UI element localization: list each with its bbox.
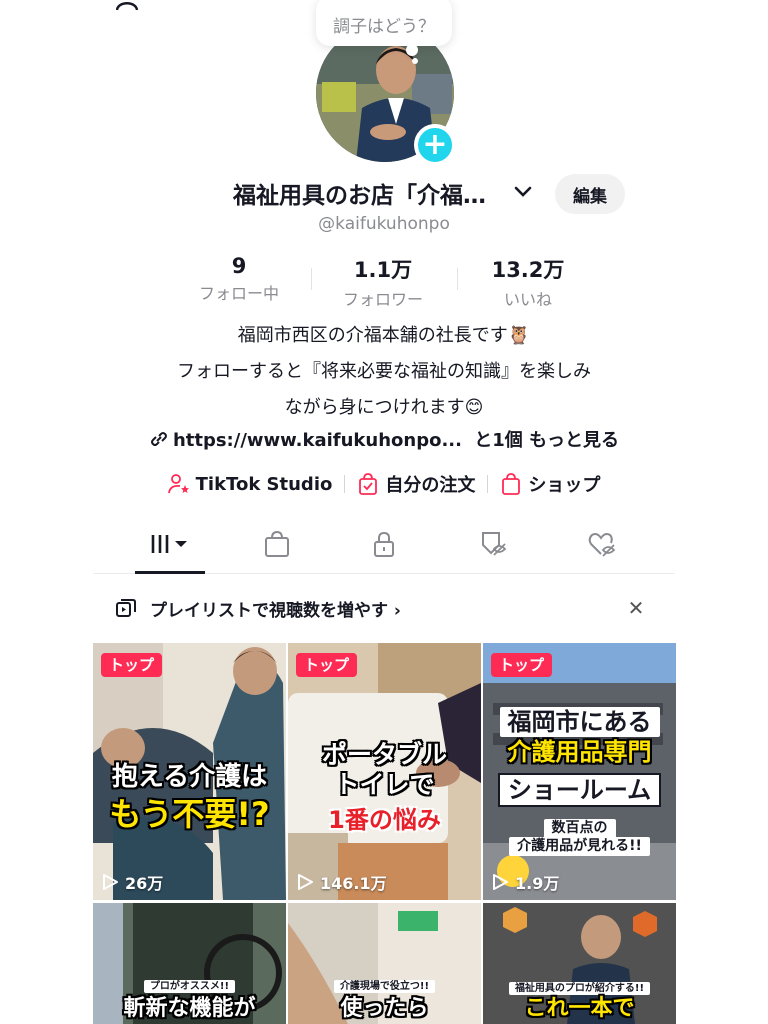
stat-following[interactable]: 9 フォロー中	[189, 254, 289, 304]
playlist-icon	[116, 599, 136, 617]
chevron-down-icon[interactable]	[512, 180, 534, 202]
playlist-prompt[interactable]: プレイリストで視聴数を増やす › ✕	[116, 590, 656, 626]
video-caption: 1番の悩み	[328, 806, 441, 834]
stat-likes-value: 13.2万	[491, 258, 565, 282]
stat-divider	[457, 268, 458, 290]
order-bag-icon	[359, 473, 378, 495]
stat-following-value: 9	[231, 254, 247, 278]
video-thumbnail	[483, 643, 676, 900]
tiktok-studio-label: TikTok Studio	[195, 473, 333, 495]
more-links-button[interactable]: と1個 もっと見る	[474, 430, 619, 451]
bio-line: ながら身につけれます😊	[284, 397, 484, 418]
add-friend-icon[interactable]	[115, 0, 146, 12]
video-caption: 介護用品専門	[507, 738, 652, 766]
video-tile[interactable]: トップ ポータブル トイレで 1番の悩み 146.1万	[288, 643, 481, 900]
video-caption: 介護現場で役立つ!!	[288, 975, 481, 993]
profile-actions: TikTok Studio 自分の注文 ショップ	[0, 468, 768, 500]
stat-followers[interactable]: 1.1万 フォロワー	[333, 254, 433, 310]
tab-liked[interactable]	[583, 528, 619, 560]
tab-videos[interactable]	[149, 528, 193, 560]
video-caption: これ一本で	[524, 996, 635, 1021]
view-count: 26万	[101, 870, 163, 894]
play-icon	[103, 874, 118, 890]
liked-icon	[588, 533, 616, 557]
video-caption: もう不要!?	[109, 795, 270, 833]
display-name[interactable]: 福祉用具のお店「介福…	[233, 176, 486, 210]
status-prompt-bubble[interactable]: 調子はどう？	[316, 0, 452, 46]
video-caption: プロがオススメ!!	[93, 975, 286, 993]
stat-followers-value: 1.1万	[353, 258, 413, 282]
bio-line: フォローすると『将来必要な福祉の知識』を楽しみ	[177, 361, 591, 382]
tab-reposts[interactable]	[475, 528, 511, 560]
video-caption: 福岡市にある	[483, 707, 676, 738]
video-caption: 介護用品が見れる!!	[483, 837, 676, 857]
stat-following-label: フォロー中	[198, 284, 279, 303]
profile-stats: 9 フォロー中 1.1万 フォロワー 13.2万 いいね	[0, 254, 768, 309]
view-count: 1.9万	[491, 870, 559, 894]
stat-likes-label: いいね	[503, 290, 552, 309]
video-tile[interactable]: プロがオススメ!! 斬新な機能が	[93, 903, 286, 1024]
username-handle: @kaifukuhonpo	[318, 214, 450, 234]
add-story-plus-icon[interactable]: +	[414, 124, 456, 166]
shop-bag-icon	[502, 473, 521, 495]
person-star-icon	[167, 474, 189, 494]
view-count-value: 1.9万	[515, 874, 560, 893]
view-count-value: 26万	[125, 874, 164, 893]
bubble-tail-dot	[412, 58, 418, 64]
stat-followers-label: フォロワー	[342, 290, 423, 309]
my-orders-button[interactable]: 自分の注文	[357, 471, 475, 497]
video-tile[interactable]: 福祉用具のプロが紹介する!! これ一本で	[483, 903, 676, 1024]
tab-shop[interactable]	[259, 528, 295, 560]
profile-name-row: 福祉用具のお店「介福… 編集	[0, 174, 768, 214]
reposts-icon	[482, 532, 507, 556]
video-caption: 使ったら	[340, 996, 429, 1021]
profile-link-row: https://www.kaifukuhonpo... と1個 もっと見る	[0, 426, 768, 452]
profile-bio: 福岡市西区の介福本舗の社長です🦉 フォローすると『将来必要な福祉の知識』を楽しみ…	[0, 318, 768, 426]
edit-profile-button[interactable]: 編集	[555, 174, 625, 214]
video-caption: 斬新な機能が	[123, 996, 256, 1021]
video-tile[interactable]: トップ 抱える介護は もう不要!? 26万	[93, 643, 286, 900]
shop-button[interactable]: ショップ	[500, 471, 600, 497]
bio-line: 福岡市西区の介福本舗の社長です🦉	[237, 325, 531, 346]
stat-likes[interactable]: 13.2万 いいね	[478, 254, 578, 310]
link-icon	[150, 432, 167, 446]
lock-icon	[374, 531, 394, 557]
video-tile[interactable]: トップ 福岡市にある 介護用品専門 ショールーム 数百点の 介護用品が見れる!!…	[483, 643, 676, 900]
play-icon	[298, 874, 313, 890]
menu-icon[interactable]	[620, 0, 650, 12]
shop-bag-icon	[265, 530, 289, 557]
status-prompt-text: 調子はどう？	[333, 16, 435, 37]
pinned-badge: トップ	[101, 653, 163, 677]
share-icon[interactable]	[558, 0, 588, 12]
video-grid: トップ 抱える介護は もう不要!? 26万 トップ ポータブル トイレで 1番の…	[93, 643, 676, 1024]
view-count-value: 146.1万	[320, 874, 387, 893]
view-count: 146.1万	[296, 870, 387, 894]
active-tab-indicator	[135, 571, 205, 574]
video-tile[interactable]: 介護現場で役立つ!! 使ったら	[288, 903, 481, 1024]
action-divider	[487, 475, 489, 493]
profile-link[interactable]: https://www.kaifukuhonpo...	[173, 430, 462, 451]
playlist-prompt-text: プレイリストで視聴数を増やす ›	[150, 600, 401, 621]
play-icon	[493, 874, 508, 890]
bubble-tail	[406, 44, 418, 56]
gift-icon[interactable]	[174, 0, 204, 12]
profile-tabs	[93, 520, 675, 574]
videos-grid-icon	[151, 535, 187, 553]
action-divider	[344, 475, 346, 493]
calendar-icon[interactable]	[502, 0, 532, 12]
video-caption: ポータブル	[321, 740, 447, 769]
tab-private[interactable]	[366, 528, 402, 560]
close-icon[interactable]: ✕	[624, 596, 648, 620]
my-orders-label: 自分の注文	[385, 475, 476, 496]
video-caption: トイレで	[334, 770, 435, 799]
video-caption: 抱える介護は	[111, 762, 268, 792]
tiktok-studio-button[interactable]: TikTok Studio	[167, 473, 333, 495]
shop-label: ショップ	[528, 475, 601, 496]
video-caption: 数百点の	[483, 819, 676, 839]
video-caption: ショールーム	[483, 773, 676, 808]
pinned-badge: トップ	[491, 653, 553, 677]
stat-divider	[311, 268, 312, 290]
video-caption: 福祉用具のプロが紹介する!!	[483, 977, 676, 995]
pinned-badge: トップ	[296, 653, 358, 677]
